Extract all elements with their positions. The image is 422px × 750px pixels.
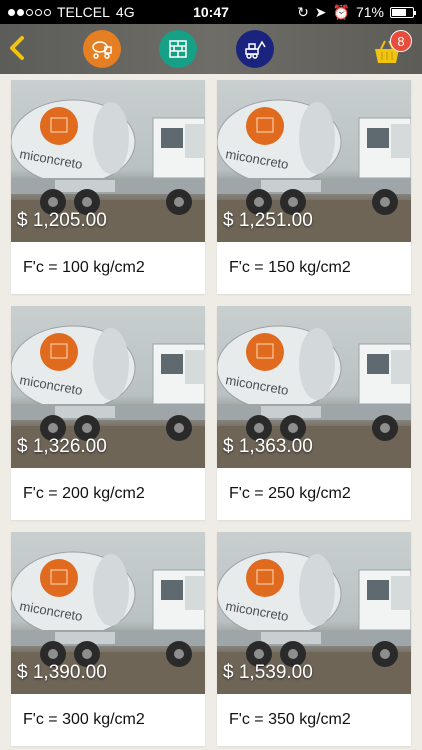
status-left: TELCEL 4G: [8, 4, 135, 20]
product-price: $ 1,363.00: [223, 436, 313, 457]
product-grid: miconcreto $ 1,205.00 F'c = 100 kg/cm2 m…: [0, 74, 422, 750]
product-title: F'c = 100 kg/cm2: [23, 259, 145, 276]
network-label: 4G: [115, 4, 135, 20]
blocks-category-button[interactable]: [159, 30, 197, 68]
brick-wall-icon: [169, 40, 187, 58]
product-image: miconcreto $ 1,326.00: [11, 306, 205, 468]
product-card[interactable]: miconcreto $ 1,539.00 F'c = 350 kg/cm2: [217, 532, 411, 746]
cart-count-badge: 8: [390, 30, 412, 52]
clock: 10:47: [193, 4, 229, 20]
excavator-icon: [245, 40, 266, 59]
product-image: miconcreto $ 1,390.00: [11, 532, 205, 694]
signal-strength-icon: [8, 8, 51, 16]
product-title: F'c = 350 kg/cm2: [229, 711, 351, 728]
cart-button[interactable]: 8: [372, 30, 412, 68]
product-card[interactable]: miconcreto $ 1,363.00 F'c = 250 kg/cm2: [217, 306, 411, 520]
concrete-mixer-category-button[interactable]: [83, 30, 121, 68]
product-price: $ 1,251.00: [223, 210, 313, 231]
machinery-category-button[interactable]: [236, 30, 274, 68]
mixer-truck-icon: [92, 41, 112, 59]
product-image: miconcreto $ 1,363.00: [217, 306, 411, 468]
product-price: $ 1,326.00: [17, 436, 107, 457]
alarm-icon: ⏰: [332, 3, 350, 20]
product-image: miconcreto $ 1,251.00: [217, 80, 411, 242]
location-icon: ➤: [314, 3, 327, 20]
product-title: F'c = 250 kg/cm2: [229, 485, 351, 502]
product-price: $ 1,205.00: [17, 210, 107, 231]
product-card[interactable]: miconcreto $ 1,390.00 F'c = 300 kg/cm2: [11, 532, 205, 746]
status-right: ↻ ➤ ⏰ 71%: [297, 3, 416, 21]
product-card[interactable]: miconcreto $ 1,205.00 F'c = 100 kg/cm2: [11, 80, 205, 294]
carrier-label: TELCEL: [57, 4, 110, 20]
chevron-left-icon: [10, 36, 24, 60]
back-button[interactable]: [6, 32, 28, 64]
product-card[interactable]: miconcreto $ 1,251.00 F'c = 150 kg/cm2: [217, 80, 411, 294]
battery-icon: [390, 6, 416, 18]
product-title: F'c = 200 kg/cm2: [23, 485, 145, 502]
product-image: miconcreto $ 1,205.00: [11, 80, 205, 242]
product-price: $ 1,390.00: [17, 662, 107, 683]
product-title: F'c = 300 kg/cm2: [23, 711, 145, 728]
app-header: 8: [0, 24, 422, 74]
lock-rotation-icon: ↻: [297, 3, 309, 20]
product-price: $ 1,539.00: [223, 662, 313, 683]
status-bar: TELCEL 4G 10:47 ↻ ➤ ⏰ 71%: [0, 0, 422, 24]
product-image: miconcreto $ 1,539.00: [217, 532, 411, 694]
product-title: F'c = 150 kg/cm2: [229, 259, 351, 276]
battery-percent: 71%: [355, 4, 384, 20]
product-card[interactable]: miconcreto $ 1,326.00 F'c = 200 kg/cm2: [11, 306, 205, 520]
